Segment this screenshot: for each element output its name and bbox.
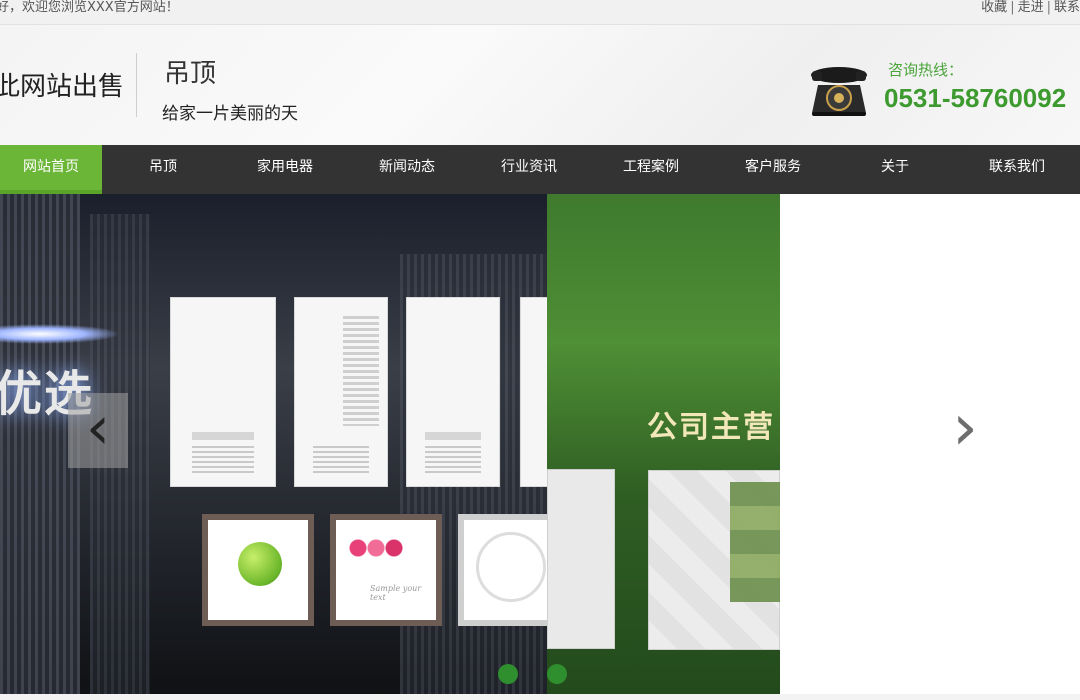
telephone-icon <box>811 67 867 116</box>
nav-item-industry[interactable]: 行业资讯 <box>468 145 590 194</box>
nav-item-about[interactable]: 关于 <box>834 145 956 194</box>
favorite-link[interactable]: 收藏 <box>981 0 1007 15</box>
apple-frame-image <box>202 514 314 626</box>
banner-slide-company[interactable]: 公司主营 <box>547 194 780 694</box>
blurred-image-block <box>730 482 780 602</box>
nav-item-contact[interactable]: 联系我们 <box>956 145 1078 194</box>
site-header: 此网站出售 吊顶 给家一片美丽的天 咨询热线： 0531-58760092 <box>0 25 1080 145</box>
brand-slogan: 给家一片美丽的天 <box>162 104 298 124</box>
site-name[interactable]: 此网站出售 <box>0 66 124 103</box>
chevron-right-icon[interactable]: › <box>940 395 990 465</box>
nav-item-cases[interactable]: 工程案例 <box>590 145 712 194</box>
brand-title: 吊顶 <box>164 59 217 89</box>
welcome-text: 好，欢迎您浏览XXX官方网站！ <box>0 0 179 15</box>
separator: | <box>1046 0 1051 15</box>
hotline-number: 0531-58760092 <box>884 83 1067 113</box>
nav-item-ceiling[interactable]: 吊顶 <box>102 145 224 194</box>
nav-item-home[interactable]: 网站首页 <box>0 145 102 194</box>
main-nav: 网站首页 吊顶 家用电器 新闻动态 行业资讯 工程案例 客户服务 关于 联系我们 <box>0 145 1080 194</box>
hotline-label: 咨询热线： <box>888 61 964 79</box>
ceiling-panel-image <box>406 297 500 487</box>
top-links: 收藏 | 走进 | 联系 <box>981 0 1080 16</box>
flower-frame-image: Sample your text <box>330 514 442 626</box>
carousel-dot[interactable] <box>547 664 567 684</box>
banner-carousel[interactable]: 优选 Sample your text 公司主营 ‹ › <box>0 194 1080 694</box>
banner-company-text: 公司主营 <box>647 410 775 445</box>
bottom-strip <box>0 694 1080 700</box>
ornament-frame-image <box>458 514 547 626</box>
about-link[interactable]: 走进 <box>1018 0 1044 15</box>
nav-item-appliances[interactable]: 家用电器 <box>224 145 346 194</box>
ceiling-panel-image <box>170 297 276 487</box>
separator: | <box>1010 0 1015 15</box>
ceiling-panel-image <box>294 297 388 487</box>
contact-link[interactable]: 联系 <box>1054 0 1080 15</box>
header-divider <box>136 53 137 117</box>
nav-item-news[interactable]: 新闻动态 <box>346 145 468 194</box>
nav-item-service[interactable]: 客户服务 <box>712 145 834 194</box>
tile-image <box>547 469 615 649</box>
ceiling-panel-image <box>520 297 547 487</box>
top-bar: 好，欢迎您浏览XXX官方网站！ 收藏 | 走进 | 联系 <box>0 0 1080 25</box>
carousel-dot[interactable] <box>498 664 518 684</box>
chevron-left-icon[interactable]: ‹ <box>68 393 128 468</box>
frame-caption: Sample your text <box>370 584 422 602</box>
